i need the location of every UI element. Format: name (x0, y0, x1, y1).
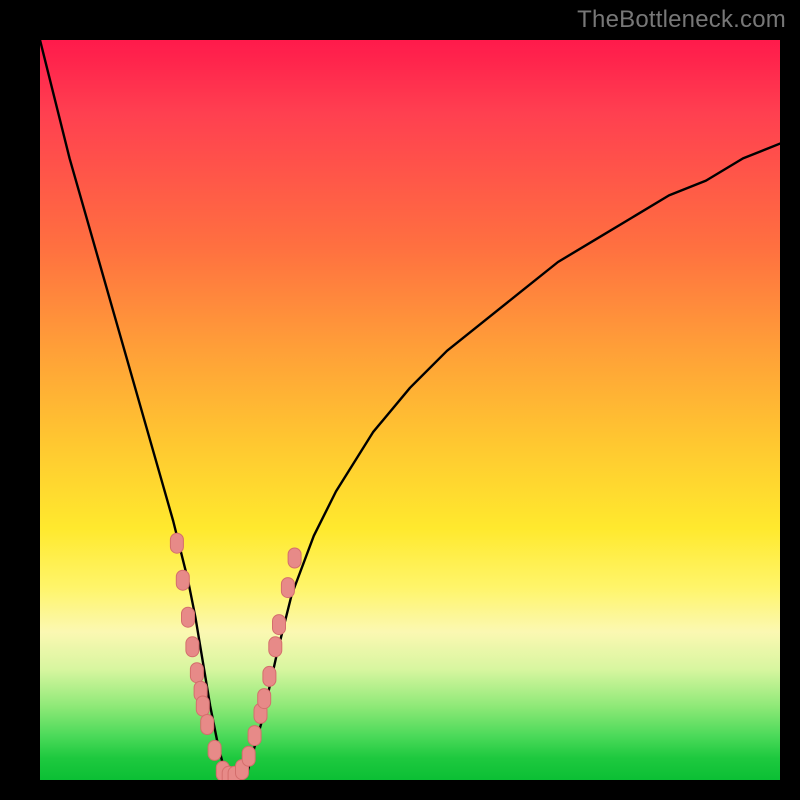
chart-svg (40, 40, 780, 780)
data-marker (170, 533, 183, 553)
data-marker (273, 615, 286, 635)
marker-group (170, 533, 301, 780)
watermark-text: TheBottleneck.com (577, 6, 786, 34)
data-marker (281, 578, 294, 598)
plot-area (40, 40, 780, 780)
data-marker (288, 548, 301, 568)
data-marker (186, 637, 199, 657)
data-marker (196, 696, 209, 716)
data-marker (176, 570, 189, 590)
data-marker (269, 637, 282, 657)
data-marker (248, 726, 261, 746)
curve-path (40, 40, 780, 780)
data-marker (242, 746, 255, 766)
data-marker (182, 607, 195, 627)
outer-frame: TheBottleneck.com (0, 0, 800, 800)
data-marker (208, 740, 221, 760)
data-marker (258, 689, 271, 709)
data-marker (201, 715, 214, 735)
data-marker (190, 663, 203, 683)
data-marker (263, 666, 276, 686)
bottleneck-curve (40, 40, 780, 780)
